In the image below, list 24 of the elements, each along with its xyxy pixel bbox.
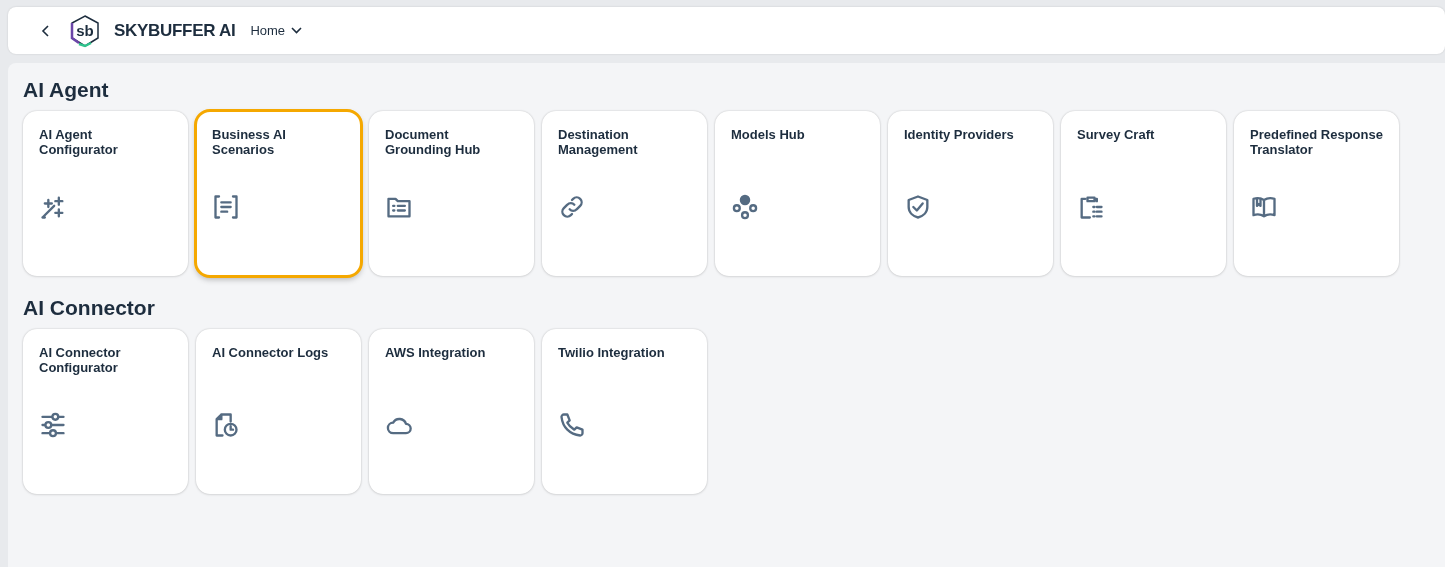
app-tile[interactable]: Predefined Response Translator (1234, 111, 1399, 276)
logo: sb (68, 13, 102, 48)
link-icon (558, 193, 586, 221)
home-menu[interactable]: Home (248, 21, 305, 40)
app-tile[interactable]: AI Agent Configurator (23, 111, 188, 276)
chevron-down-icon (291, 27, 303, 34)
app-tile[interactable]: Survey Craft (1061, 111, 1226, 276)
document-icon (212, 193, 240, 221)
section-title: AI Connector (23, 296, 156, 320)
app-tile[interactable]: AI Connector Logs (196, 329, 361, 494)
app-tile[interactable]: Business AI Scenarios (196, 111, 361, 276)
app-tile[interactable]: AWS Integration (369, 329, 534, 494)
section-title: AI Agent (23, 78, 110, 102)
chevron-left-icon (41, 24, 51, 37)
brand-name: SKYBUFFER AI (114, 20, 236, 41)
phone-icon (558, 411, 586, 439)
app-tile[interactable]: Twilio Integration (542, 329, 707, 494)
app-tile[interactable]: AI Connector Configurator (23, 329, 188, 494)
app-tile[interactable]: Destination Management (542, 111, 707, 276)
app-tile[interactable]: Models Hub (715, 111, 880, 276)
app-tile[interactable]: Identity Providers (888, 111, 1053, 276)
sliders-icon (39, 411, 67, 439)
app-tile[interactable]: Document Grounding Hub (369, 111, 534, 276)
nodes-icon (731, 193, 759, 221)
